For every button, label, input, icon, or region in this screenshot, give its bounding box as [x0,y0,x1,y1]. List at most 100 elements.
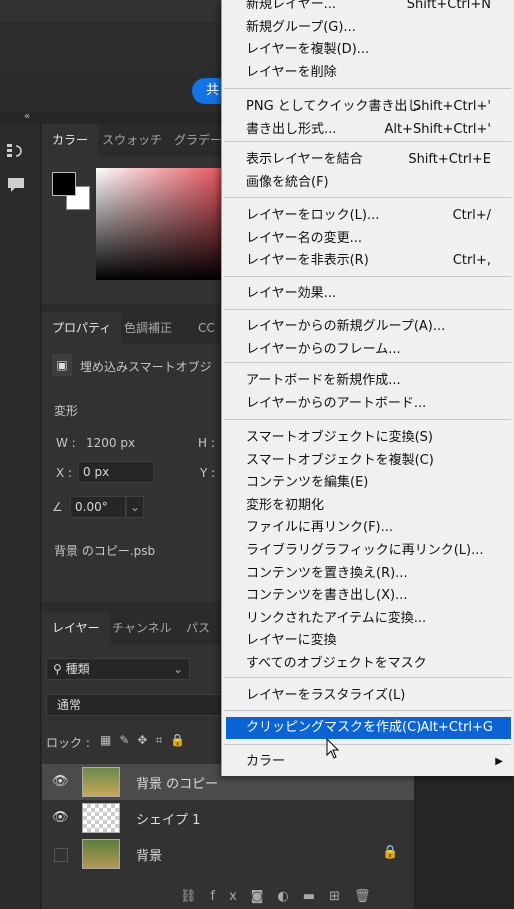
menu-item[interactable]: クリッピングマスクを作成(C) Alt+Ctrl+G [226,717,511,739]
eye-icon[interactable]: 👁 [52,810,69,826]
menu-item[interactable]: PNG としてクイック書き出し Shift+Ctrl+' [222,96,513,118]
blend-mode-select[interactable]: 通常 [46,694,222,716]
tab-adjustments[interactable]: 色調補正 [114,312,182,344]
width-value[interactable]: 1200 px [86,436,135,450]
layer-name: 背景 [136,849,163,864]
menu-item-label: レイヤー効果... [246,286,337,301]
x-input[interactable]: 0 px [78,461,154,483]
color-picker-field[interactable] [96,168,226,280]
menu-item-label: ファイルに再リンク(F)... [246,520,394,536]
menu-item-label: アートボードを新規作成... [246,373,401,388]
menu-item[interactable]: すべてのオブジェクトをマスク [222,653,513,675]
menu-item[interactable]: 新規グループ(G)... [222,17,513,39]
lock-label: ロック : [46,736,90,750]
linked-file-name: 背景 のコピー.psb [54,544,156,558]
menu-item-label: スマートオブジェクトに変換(S) [246,430,434,445]
layer-filter-select[interactable]: ⚲ 種類 ⌄ [46,658,190,680]
trash-icon[interactable]: 🗑 [354,889,385,904]
width-label: W : [56,436,76,450]
menu-item-label: コンテンツを編集(E) [246,475,369,491]
menu-item[interactable]: レイヤーを複製(D)... [222,39,513,61]
new-layer-icon[interactable]: ⊞ [329,889,354,904]
menu-item[interactable]: レイヤーをラスタライズ(L) [222,685,513,707]
menu-item[interactable]: アートボードを新規作成... [222,370,513,392]
menu-item[interactable]: コンテンツを置き換え(R)... [222,563,513,585]
folder-icon[interactable]: ▬ [303,889,329,904]
menu-separator [224,141,511,142]
menu-item[interactable]: レイヤーからの新規グループ(A)... [222,316,513,338]
menu-item-label: レイヤーからのアートボード... [246,395,427,411]
menu-item-label: 新規グループ(G)... [246,19,356,35]
menu-item[interactable]: スマートオブジェクトに変換(S) [222,427,513,449]
layer-name: シェイプ 1 [136,813,201,828]
fx-icon[interactable]: fx [211,889,251,904]
menu-item[interactable]: カラー ▶ [222,751,513,773]
menu-separator [224,419,511,420]
comment-icon[interactable] [6,176,26,194]
angle-input[interactable]: 0.00° [70,496,126,518]
angle-dropdown-icon[interactable]: ⌄ [126,496,144,518]
mask-icon[interactable]: ◙ [251,889,278,904]
layer-row[interactable]: 背景 🔒 [42,836,414,872]
menu-item[interactable]: レイヤーに変換 [222,630,513,652]
lock-options-icons[interactable]: ▦✎✥⌗🔒 [100,733,193,748]
menu-item[interactable]: 新規レイヤー... Shift+Ctrl+N [222,0,513,16]
menu-item[interactable]: レイヤーをロック(L)... Ctrl+/ [222,205,513,227]
tab-layers[interactable]: レイヤー [42,612,110,644]
layer-thumbnail [82,767,120,797]
smart-object-icon: ▣ [52,354,72,376]
menu-item[interactable]: レイヤー効果... [222,283,513,305]
tab-swatches[interactable]: スウォッチ [92,124,172,156]
tab-cc[interactable]: CC [188,312,225,344]
collapse-panels-icon[interactable]: « [24,111,30,122]
menu-item-label: 書き出し形式... [246,121,337,137]
history-icon[interactable] [6,142,26,160]
adjustment-icon[interactable]: ◐ [277,889,302,904]
layers-footer: ⛓fx◙◐▬⊞🗑 [180,889,384,904]
menu-separator [224,276,511,277]
menu-item-label: コンテンツを書き出し(X)... [246,588,408,604]
menu-item-label: レイヤー名の変更... [246,230,363,246]
menu-item-label: カラー [246,754,286,769]
menu-item[interactable]: 画像を統合(F) [222,172,513,194]
tab-properties[interactable]: プロパティ [42,312,122,344]
tab-color[interactable]: カラー [42,124,99,156]
menu-item[interactable]: 変形を初期化 [222,495,513,517]
mouse-cursor-icon [326,738,340,759]
menu-item[interactable]: ライブラリグラフィックに再リンク(L)... [222,540,513,562]
menu-item-shortcut: Shift+Ctrl+E [408,152,491,167]
layer-row[interactable]: 👁 シェイプ 1 [42,800,414,836]
eye-icon[interactable]: 👁 [52,774,69,790]
tab-paths[interactable]: パス [176,612,220,644]
menu-item-label: レイヤーをロック(L)... [246,208,380,223]
menu-item-label: すべてのオブジェクトをマスク [246,656,427,671]
menu-item[interactable]: スマートオブジェクトを複製(C) [222,450,513,472]
layer-type-label: 埋め込みスマートオブジ [80,360,212,374]
menu-item-label: レイヤーに変換 [246,633,337,649]
menu-item[interactable]: 書き出し形式... Alt+Shift+Ctrl+' [222,119,513,141]
menu-separator [224,197,511,198]
menu-item[interactable]: コンテンツを書き出し(X)... [222,585,513,607]
menu-item[interactable]: コンテンツを編集(E) [222,472,513,494]
link-icon[interactable]: ⛓ [180,889,211,904]
menu-item[interactable]: ファイルに再リンク(F)... [222,517,513,539]
menu-item[interactable]: 表示レイヤーを結合 Shift+Ctrl+E [222,149,513,171]
height-label: H : [198,436,215,450]
menu-separator [224,710,511,711]
tab-channels[interactable]: チャンネル [102,612,182,644]
menu-item[interactable]: レイヤーからのアートボード... [222,393,513,415]
menu-item-label: レイヤーを非表示(R) [246,253,369,269]
canvas-edge [414,770,514,909]
layer-thumbnail [82,839,120,869]
visibility-toggle[interactable] [54,848,68,862]
menu-item[interactable]: レイヤーからのフレーム... [222,339,513,361]
menu-item-label: 新規レイヤー... [246,0,337,12]
foreground-color-swatch[interactable] [52,172,76,196]
menu-item[interactable]: レイヤーを削除 [222,62,513,84]
menu-item-label: クリッピングマスクを作成(C) [246,720,422,735]
menu-item[interactable]: リンクされたアイテムに変換... [222,608,513,630]
menu-item[interactable]: レイヤー名の変更... [222,228,513,250]
menu-item-label: リンクされたアイテムに変換... [246,610,427,626]
menu-item[interactable]: レイヤーを非表示(R) Ctrl+, [222,250,513,272]
menu-item-shortcut: Ctrl+, [452,253,491,269]
